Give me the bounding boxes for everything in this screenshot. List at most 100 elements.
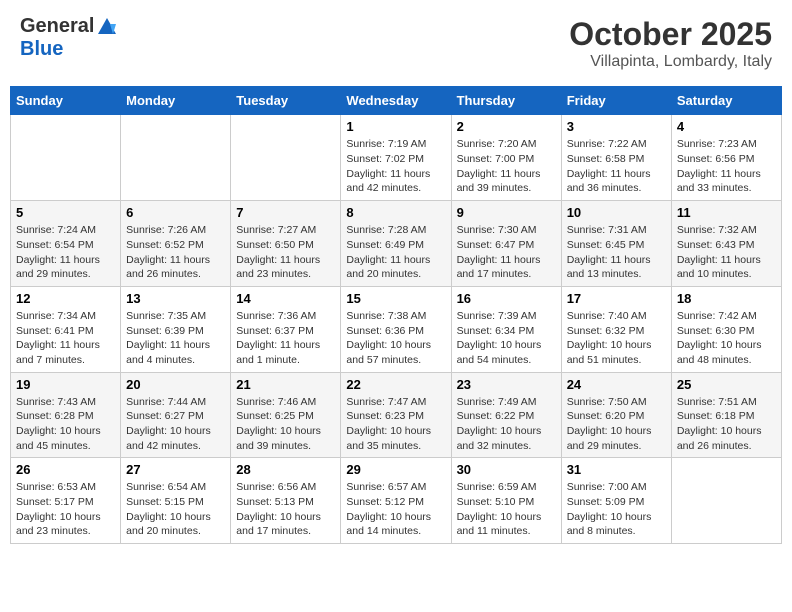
day-info: Sunrise: 7:51 AMSunset: 6:18 PMDaylight:… [677,395,776,454]
day-info: Sunrise: 7:50 AMSunset: 6:20 PMDaylight:… [567,395,666,454]
calendar-cell: 22 Sunrise: 7:47 AMSunset: 6:23 PMDayligh… [341,372,451,458]
weekday-header: Thursday [451,87,561,115]
logo-general-text: General [20,15,94,38]
day-number: 9 [457,205,556,220]
calendar-week-row: 26 Sunrise: 6:53 AMSunset: 5:17 PMDayligh… [11,458,782,544]
day-number: 7 [236,205,335,220]
day-info: Sunrise: 7:27 AMSunset: 6:50 PMDaylight:… [236,223,335,282]
calendar-cell: 20 Sunrise: 7:44 AMSunset: 6:27 PMDayligh… [121,372,231,458]
day-info: Sunrise: 6:53 AMSunset: 5:17 PMDaylight:… [16,480,115,539]
day-info: Sunrise: 7:49 AMSunset: 6:22 PMDaylight:… [457,395,556,454]
calendar-cell: 30Sunrise: 6:59 AMSunset: 5:10 PMDayligh… [451,458,561,544]
calendar-cell: 6 Sunrise: 7:26 AMSunset: 6:52 PMDaylight… [121,201,231,287]
calendar-cell: 28 Sunrise: 6:56 AMSunset: 5:13 PMDayligh… [231,458,341,544]
header: General Blue October 2025 Villapinta, Lo… [10,10,782,76]
month-title: October 2025 [569,15,772,53]
day-info: Sunrise: 7:39 AMSunset: 6:34 PMDaylight:… [457,309,556,368]
day-info: Sunrise: 7:35 AMSunset: 6:39 PMDaylight:… [126,309,225,368]
calendar-week-row: 12 Sunrise: 7:34 AMSunset: 6:41 PMDayligh… [11,286,782,372]
calendar-cell: 5 Sunrise: 7:24 AMSunset: 6:54 PMDaylight… [11,201,121,287]
weekday-header: Sunday [11,87,121,115]
day-info: Sunrise: 7:31 AMSunset: 6:45 PMDaylight:… [567,223,666,282]
day-info: Sunrise: 7:23 AMSunset: 6:56 PMDaylight:… [677,137,776,196]
day-number: 18 [677,291,776,306]
calendar-cell: 15 Sunrise: 7:38 AMSunset: 6:36 PMDayligh… [341,286,451,372]
weekday-header: Monday [121,87,231,115]
day-number: 8 [346,205,445,220]
calendar-cell: 9Sunrise: 7:30 AMSunset: 6:47 PMDaylight… [451,201,561,287]
day-info: Sunrise: 7:24 AMSunset: 6:54 PMDaylight:… [16,223,115,282]
day-number: 20 [126,377,225,392]
calendar-cell: 25 Sunrise: 7:51 AMSunset: 6:18 PMDayligh… [671,372,781,458]
day-info: Sunrise: 7:40 AMSunset: 6:32 PMDaylight:… [567,309,666,368]
day-number: 28 [236,462,335,477]
calendar-cell: 29 Sunrise: 6:57 AMSunset: 5:12 PMDayligh… [341,458,451,544]
day-info: Sunrise: 6:57 AMSunset: 5:12 PMDaylight:… [346,480,445,539]
calendar-week-row: 5 Sunrise: 7:24 AMSunset: 6:54 PMDaylight… [11,201,782,287]
day-number: 15 [346,291,445,306]
calendar-cell: 13 Sunrise: 7:35 AMSunset: 6:39 PMDayligh… [121,286,231,372]
day-number: 13 [126,291,225,306]
day-info: Sunrise: 7:44 AMSunset: 6:27 PMDaylight:… [126,395,225,454]
day-number: 25 [677,377,776,392]
day-number: 4 [677,119,776,134]
day-info: Sunrise: 7:26 AMSunset: 6:52 PMDaylight:… [126,223,225,282]
day-number: 31 [567,462,666,477]
day-info: Sunrise: 7:19 AMSunset: 7:02 PMDaylight:… [346,137,445,196]
calendar: SundayMondayTuesdayWednesdayThursdayFrid… [10,86,782,544]
day-info: Sunrise: 6:56 AMSunset: 5:13 PMDaylight:… [236,480,335,539]
calendar-cell [121,115,231,201]
day-info: Sunrise: 7:36 AMSunset: 6:37 PMDaylight:… [236,309,335,368]
calendar-cell: 21Sunrise: 7:46 AMSunset: 6:25 PMDayligh… [231,372,341,458]
weekday-header: Tuesday [231,87,341,115]
weekday-header: Friday [561,87,671,115]
day-info: Sunrise: 7:00 AMSunset: 5:09 PMDaylight:… [567,480,666,539]
calendar-cell: 3Sunrise: 7:22 AMSunset: 6:58 PMDaylight… [561,115,671,201]
location-title: Villapinta, Lombardy, Italy [569,53,772,71]
logo-blue-text: Blue [20,38,63,61]
day-number: 19 [16,377,115,392]
calendar-cell: 14Sunrise: 7:36 AMSunset: 6:37 PMDayligh… [231,286,341,372]
day-number: 17 [567,291,666,306]
calendar-cell: 26 Sunrise: 6:53 AMSunset: 5:17 PMDayligh… [11,458,121,544]
day-number: 23 [457,377,556,392]
calendar-cell [231,115,341,201]
weekday-header: Saturday [671,87,781,115]
calendar-week-row: 1 Sunrise: 7:19 AMSunset: 7:02 PMDaylight… [11,115,782,201]
day-info: Sunrise: 6:54 AMSunset: 5:15 PMDaylight:… [126,480,225,539]
day-number: 26 [16,462,115,477]
day-number: 1 [346,119,445,134]
logo: General Blue [20,15,118,61]
day-number: 2 [457,119,556,134]
logo-icon [96,16,118,38]
day-info: Sunrise: 7:38 AMSunset: 6:36 PMDaylight:… [346,309,445,368]
day-number: 27 [126,462,225,477]
calendar-cell: 27 Sunrise: 6:54 AMSunset: 5:15 PMDayligh… [121,458,231,544]
weekday-header: Wednesday [341,87,451,115]
calendar-cell: 7 Sunrise: 7:27 AMSunset: 6:50 PMDaylight… [231,201,341,287]
day-info: Sunrise: 7:34 AMSunset: 6:41 PMDaylight:… [16,309,115,368]
day-number: 16 [457,291,556,306]
calendar-cell: 1 Sunrise: 7:19 AMSunset: 7:02 PMDaylight… [341,115,451,201]
day-info: Sunrise: 7:43 AMSunset: 6:28 PMDaylight:… [16,395,115,454]
day-info: Sunrise: 7:47 AMSunset: 6:23 PMDaylight:… [346,395,445,454]
calendar-cell: 24 Sunrise: 7:50 AMSunset: 6:20 PMDayligh… [561,372,671,458]
day-number: 24 [567,377,666,392]
calendar-cell [11,115,121,201]
day-number: 12 [16,291,115,306]
day-info: Sunrise: 7:32 AMSunset: 6:43 PMDaylight:… [677,223,776,282]
day-number: 11 [677,205,776,220]
calendar-cell: 2 Sunrise: 7:20 AMSunset: 7:00 PMDaylight… [451,115,561,201]
calendar-cell: 23 Sunrise: 7:49 AMSunset: 6:22 PMDayligh… [451,372,561,458]
day-info: Sunrise: 7:20 AMSunset: 7:00 PMDaylight:… [457,137,556,196]
calendar-cell: 31 Sunrise: 7:00 AMSunset: 5:09 PMDayligh… [561,458,671,544]
day-number: 29 [346,462,445,477]
day-info: Sunrise: 7:22 AMSunset: 6:58 PMDaylight:… [567,137,666,196]
day-number: 6 [126,205,225,220]
day-number: 5 [16,205,115,220]
title-area: October 2025 Villapinta, Lombardy, Italy [569,15,772,71]
calendar-cell: 4 Sunrise: 7:23 AMSunset: 6:56 PMDaylight… [671,115,781,201]
day-number: 22 [346,377,445,392]
weekday-header-row: SundayMondayTuesdayWednesdayThursdayFrid… [11,87,782,115]
calendar-cell: 16 Sunrise: 7:39 AMSunset: 6:34 PMDayligh… [451,286,561,372]
